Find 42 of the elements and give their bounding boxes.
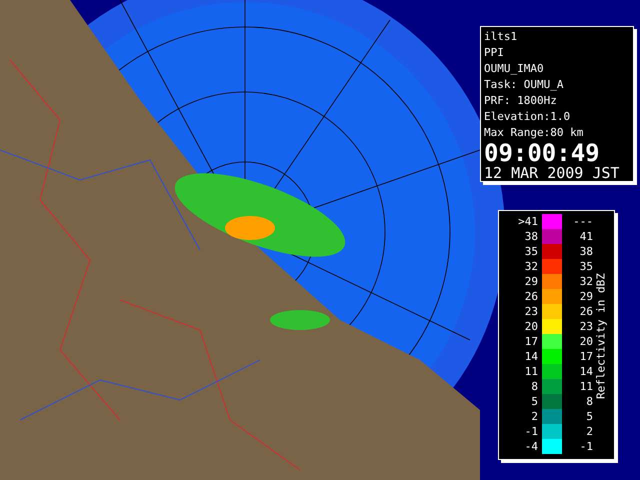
legend-value: 41 — [578, 230, 593, 243]
legend-title: Reflectivity in dBZ — [594, 272, 608, 402]
legend-value: -4 — [524, 440, 538, 453]
legend-value: 23 — [524, 305, 538, 318]
legend-value: 5 — [530, 395, 538, 408]
legend-value: 17 — [524, 335, 538, 348]
info-text: PRF: 1800Hz — [484, 93, 558, 109]
legend-value: -1 — [578, 440, 593, 453]
legend-value: 38 — [578, 245, 593, 258]
legend-value: -1 — [524, 425, 538, 438]
legend-value: >41 — [517, 215, 538, 228]
legend-value: --- — [572, 215, 593, 228]
legend-value: 20 — [578, 335, 593, 348]
info-text: Elevation:1.0 — [484, 109, 572, 125]
legend-value: 29 — [578, 290, 593, 303]
legend-value: 38 — [524, 230, 538, 243]
legend-value: 20 — [524, 320, 538, 333]
legend-value: 11 — [578, 380, 593, 393]
legend-value: 32 — [524, 260, 538, 273]
legend-value: 35 — [578, 260, 593, 273]
legend-value: 35 — [524, 245, 538, 258]
legend-value: 14 — [524, 350, 538, 363]
legend-value: 17 — [578, 350, 593, 363]
legend-value: 29 — [524, 275, 538, 288]
legend-value: 26 — [524, 290, 538, 303]
legend-value: 26 — [578, 305, 593, 318]
info-text: OUMU_IMA0 — [484, 61, 545, 77]
date-text: 12 MAR 2009 JST — [484, 165, 620, 181]
legend-value: 32 — [578, 275, 593, 288]
info-text: PPI — [484, 45, 505, 61]
legend-value: 8 — [530, 380, 538, 393]
legend-value: 2 — [530, 410, 538, 423]
time-text: 09:00:49 — [484, 141, 600, 165]
info-text: Task: OUMU_A — [484, 77, 564, 93]
legend-value: 11 — [524, 365, 538, 378]
legend-value: 2 — [585, 425, 593, 438]
info-text: Max Range:80 km — [484, 125, 584, 141]
legend-value: 14 — [578, 365, 593, 378]
legend-value: 5 — [585, 410, 593, 423]
legend-value: 8 — [585, 395, 593, 408]
info-text: ilts1 — [484, 29, 518, 45]
legend-value: 23 — [578, 320, 593, 333]
